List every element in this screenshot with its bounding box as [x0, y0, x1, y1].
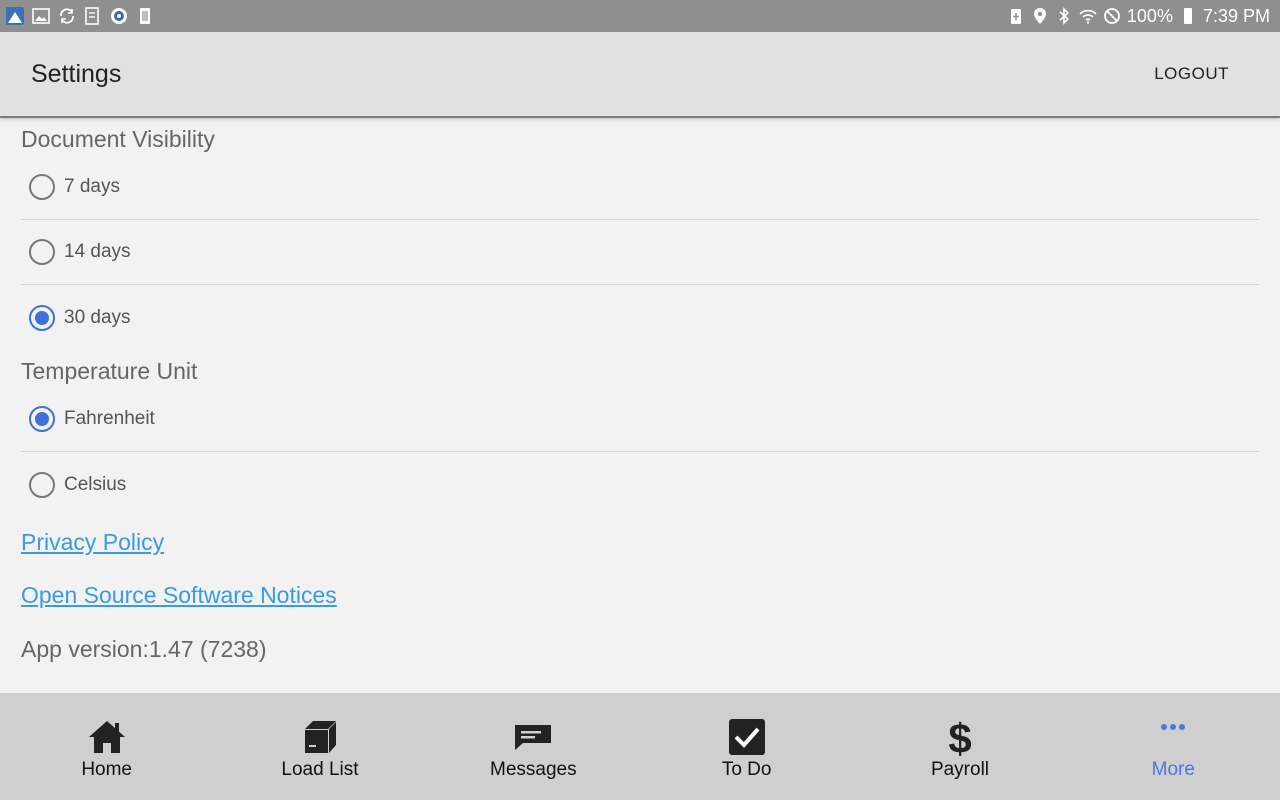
radio-option-30-days[interactable]: 30 days	[21, 285, 1259, 350]
message-icon	[513, 717, 553, 757]
bottom-navigation: Home Load List Messages To Do $ Payroll …	[0, 693, 1280, 800]
radio-label: 7 days	[64, 176, 120, 197]
nav-label: To Do	[721, 759, 772, 780]
sync-icon	[58, 7, 76, 25]
nav-label: Messages	[490, 759, 577, 780]
temperature-unit-title: Temperature Unit	[21, 358, 198, 384]
radio-button-checked[interactable]	[29, 304, 55, 331]
battery-icon	[1179, 7, 1197, 25]
radio-button[interactable]	[29, 239, 55, 265]
battery-app-icon	[136, 7, 154, 25]
document-visibility-title: Document Visibility	[21, 126, 215, 152]
nav-item-payroll[interactable]: $ Payroll	[853, 693, 1066, 800]
camera-app-icon	[110, 7, 128, 25]
radio-option-celsius[interactable]: Celsius	[21, 452, 1259, 517]
app-bar: Settings LOGOUT	[0, 32, 1280, 118]
battery-saver-icon	[1007, 7, 1025, 25]
system-status: 100% 7:39 PM	[1007, 6, 1270, 27]
privacy-policy-link[interactable]: Privacy Policy	[21, 529, 164, 556]
radio-button[interactable]	[29, 174, 55, 200]
svg-text:$: $	[948, 717, 971, 757]
logout-button[interactable]: LOGOUT	[1154, 64, 1229, 84]
more-dots-icon	[1153, 717, 1193, 757]
checkbox-icon	[727, 717, 767, 757]
radio-option-14-days[interactable]: 14 days	[21, 220, 1259, 285]
nav-label: Payroll	[930, 759, 990, 780]
image-icon	[32, 7, 50, 25]
nav-item-to-do[interactable]: To Do	[640, 693, 853, 800]
open-source-notices-link[interactable]: Open Source Software Notices	[21, 582, 337, 609]
wifi-icon	[1079, 7, 1097, 25]
nav-item-home[interactable]: Home	[0, 693, 213, 800]
do-not-disturb-icon	[1103, 7, 1121, 25]
radio-option-7-days[interactable]: 7 days	[21, 155, 1259, 220]
battery-percent: 100%	[1126, 5, 1173, 26]
app-version: App version:1.47 (7238)	[21, 636, 267, 662]
status-bar: 100% 7:39 PM	[0, 0, 1280, 32]
radio-option-fahrenheit[interactable]: Fahrenheit	[21, 387, 1259, 452]
radio-label: Celsius	[64, 473, 127, 495]
radio-button[interactable]	[29, 471, 55, 498]
page-title: Settings	[31, 60, 122, 88]
notification-icons	[6, 7, 154, 25]
nav-item-messages[interactable]: Messages	[427, 693, 640, 800]
radio-label: 30 days	[64, 306, 131, 328]
nav-label: More	[1151, 759, 1195, 780]
home-icon	[87, 717, 127, 757]
nav-item-load-list[interactable]: Load List	[213, 693, 426, 800]
radio-button-checked[interactable]	[29, 406, 55, 432]
nav-label: Home	[81, 759, 132, 780]
radio-label: Fahrenheit	[64, 408, 155, 429]
settings-content: Document Visibility 7 days 14 days 30 da…	[0, 118, 1280, 693]
box-icon	[300, 717, 340, 757]
clock: 7:39 PM	[1202, 5, 1270, 26]
location-icon	[1031, 7, 1049, 25]
nav-item-more[interactable]: More	[1067, 693, 1280, 800]
dollar-icon: $	[940, 717, 980, 757]
app-notification-icon	[6, 7, 24, 25]
radio-label: 14 days	[64, 241, 131, 262]
bluetooth-icon	[1055, 7, 1073, 25]
document-icon	[84, 7, 102, 25]
nav-label: Load List	[281, 759, 359, 780]
